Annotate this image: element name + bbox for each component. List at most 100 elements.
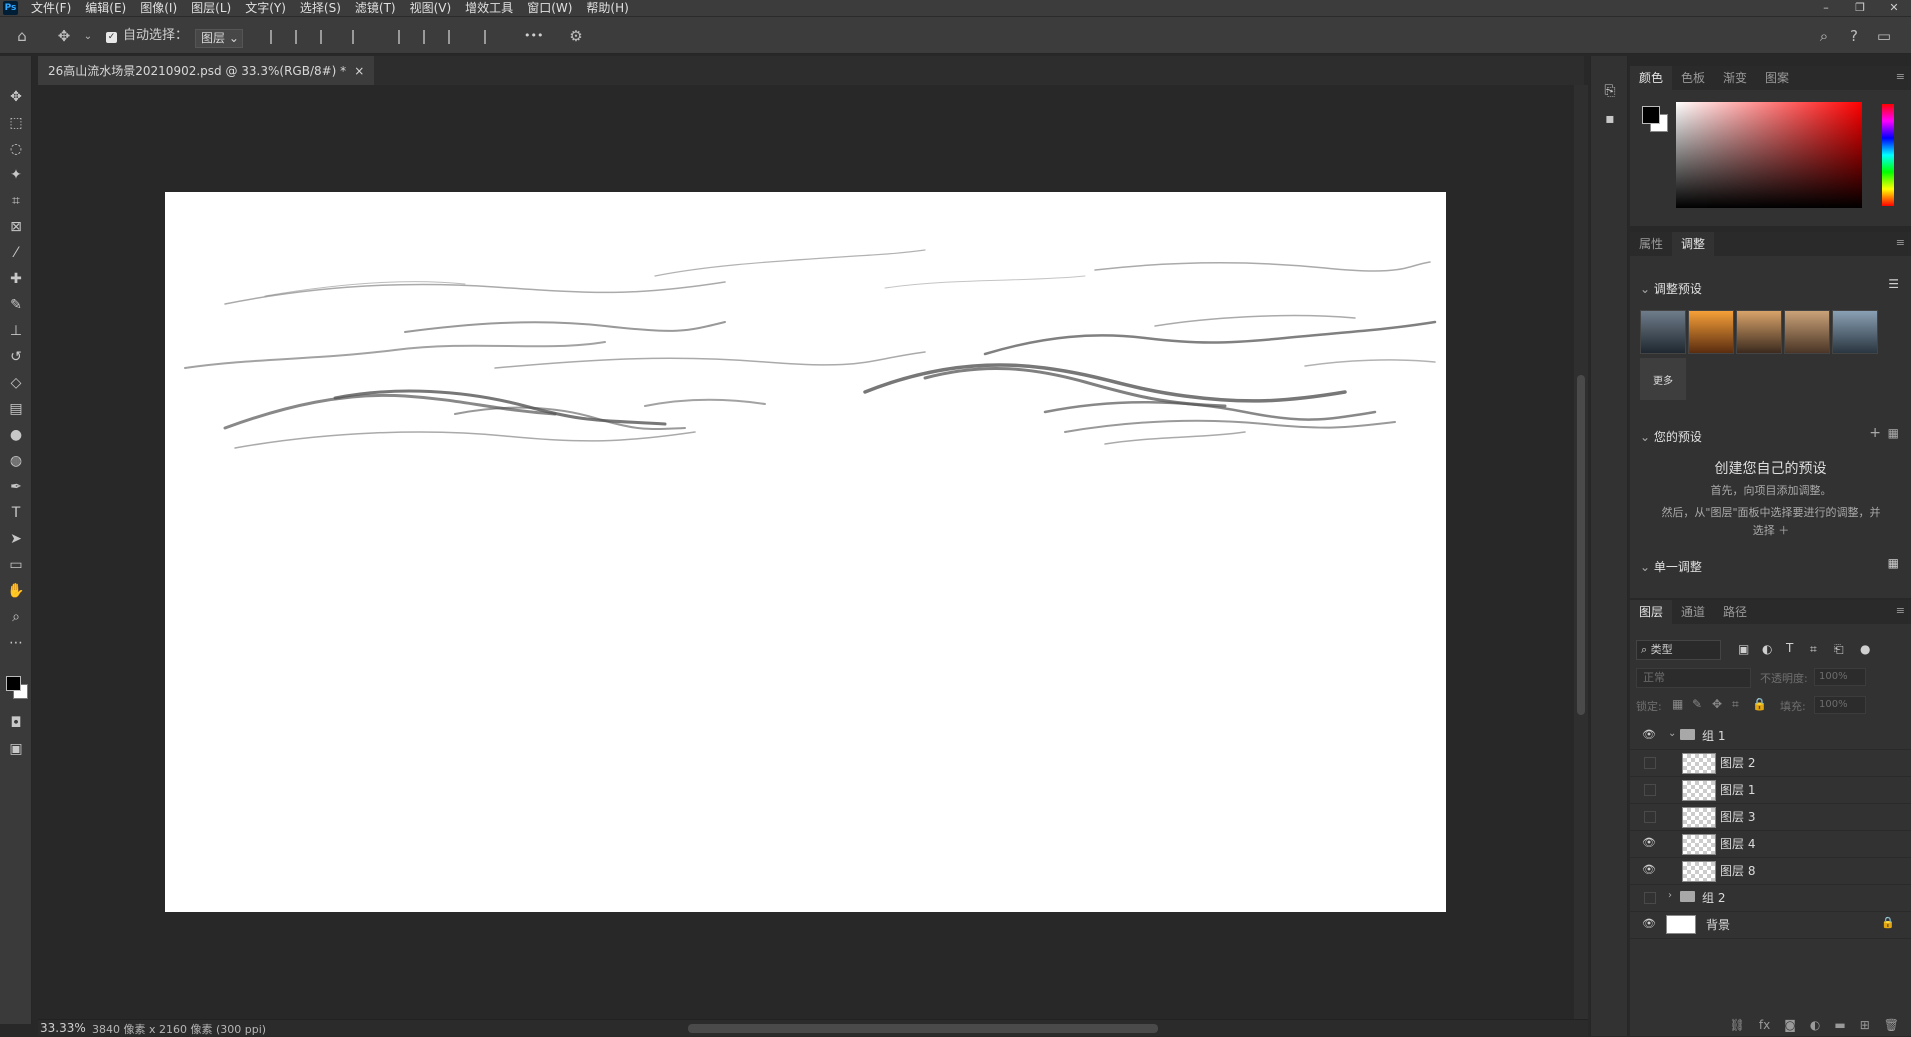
gradient-tool-icon[interactable]: ▤	[4, 398, 28, 420]
visibility-off-box[interactable]	[1644, 757, 1656, 769]
stamp-tool-icon[interactable]: ⊥	[4, 320, 28, 342]
filter-smart-object-icon[interactable]: ⎗	[1834, 642, 1844, 657]
layer-filter-dropdown[interactable]: ⌕ 类型	[1636, 640, 1721, 660]
pen-tool-icon[interactable]: ✒	[4, 476, 28, 498]
align-bottom-icon[interactable]	[448, 30, 464, 44]
move-tool-icon[interactable]: ✥	[54, 26, 74, 46]
list-view-icon[interactable]: ☰	[1888, 277, 1899, 291]
auto-select-checkbox[interactable]: ✓	[106, 32, 117, 43]
home-icon[interactable]: ⌂	[12, 26, 32, 46]
align-top-icon[interactable]	[398, 30, 414, 44]
tab-layers[interactable]: 图层	[1630, 600, 1673, 624]
opacity-input[interactable]: 100%	[1814, 668, 1866, 686]
visibility-off-box[interactable]	[1644, 811, 1656, 823]
search-icon[interactable]: ⌕	[1814, 26, 1834, 46]
adjust-presets-title[interactable]: 调整预设	[1640, 280, 1702, 297]
layer-row[interactable]: 图层 2	[1630, 749, 1911, 777]
workspace-icon[interactable]: ▭	[1874, 26, 1894, 46]
your-presets-title[interactable]: 您的预设	[1640, 428, 1702, 445]
layer-row[interactable]: 图层 1	[1630, 776, 1911, 804]
close-tab-icon[interactable]: ×	[354, 64, 364, 78]
frame-tool-icon[interactable]: ⊠	[4, 216, 28, 238]
preset-thumb[interactable]	[1832, 310, 1878, 354]
visibility-off-box[interactable]	[1644, 784, 1656, 796]
history-brush-icon[interactable]: ↺	[4, 346, 28, 368]
quick-mask-icon[interactable]: ◘	[4, 712, 28, 734]
minimize-button[interactable]: –	[1809, 0, 1843, 16]
preset-thumb[interactable]	[1784, 310, 1830, 354]
menu-plugins[interactable]: 增效工具	[458, 0, 520, 16]
grid-view-icon[interactable]: ▦	[1888, 556, 1899, 570]
healing-brush-icon[interactable]: ✚	[4, 268, 28, 290]
preset-thumb[interactable]	[1688, 310, 1734, 354]
layer-row-group-1[interactable]: 👁 ⌄ 组 1	[1630, 722, 1911, 750]
color-picker-field[interactable]	[1676, 102, 1862, 208]
tab-adjustments[interactable]: 调整	[1672, 232, 1715, 256]
distribute-vertical-icon[interactable]	[484, 30, 500, 44]
crop-tool-icon[interactable]: ⌗	[4, 190, 28, 212]
align-center-icon[interactable]	[295, 30, 311, 44]
distribute-icon[interactable]	[352, 30, 368, 44]
fill-input[interactable]: 100%	[1814, 696, 1866, 714]
close-window-button[interactable]: ✕	[1877, 0, 1911, 16]
menu-view[interactable]: 视图(V)	[403, 0, 459, 16]
help-icon[interactable]: ?	[1844, 26, 1864, 46]
new-group-icon[interactable]: ▬	[1834, 1018, 1845, 1036]
add-preset-icon[interactable]: +	[1869, 425, 1881, 441]
vertical-scrollbar[interactable]	[1574, 85, 1588, 1019]
brush-tool-icon[interactable]: ✎	[4, 294, 28, 316]
filter-type-icon[interactable]: T	[1786, 641, 1793, 655]
layer-row[interactable]: 👁 图层 8	[1630, 857, 1911, 885]
menu-type[interactable]: 文字(Y)	[238, 0, 293, 16]
foreground-color-swatch[interactable]	[1642, 106, 1660, 124]
more-options-button[interactable]: •••	[524, 26, 543, 46]
filter-image-icon[interactable]: ▣	[1738, 642, 1749, 656]
lock-artboard-icon[interactable]: ⌗	[1732, 697, 1739, 712]
tab-gradients[interactable]: 渐变	[1714, 66, 1756, 90]
preset-thumb[interactable]	[1640, 310, 1686, 354]
trash-icon[interactable]: 🗑	[1884, 1018, 1899, 1036]
menu-layer[interactable]: 图层(L)	[184, 0, 238, 16]
panel-menu-icon[interactable]: ≡	[1896, 70, 1905, 83]
edit-toolbar-icon[interactable]: ⋯	[4, 632, 28, 654]
blur-tool-icon[interactable]: ●	[4, 424, 28, 446]
lock-position-icon[interactable]: ✥	[1712, 697, 1722, 711]
align-left-icon[interactable]	[270, 30, 286, 44]
marquee-tool-icon[interactable]: ⬚	[4, 112, 28, 134]
eye-icon[interactable]: 👁	[1642, 918, 1656, 930]
document-tab[interactable]: 26高山流水场景20210902.psd @ 33.3%(RGB/8#) * ×	[38, 56, 375, 85]
tab-paths[interactable]: 路径	[1714, 600, 1756, 624]
lasso-tool-icon[interactable]: ◌	[4, 138, 28, 160]
menu-image[interactable]: 图像(I)	[133, 0, 184, 16]
link-layers-icon[interactable]: ⛓	[1730, 1018, 1745, 1036]
filter-adjustment-icon[interactable]: ◐	[1762, 642, 1772, 656]
dodge-tool-icon[interactable]: ◍	[4, 450, 28, 472]
type-tool-icon[interactable]: T	[4, 502, 28, 524]
menu-filter[interactable]: 滤镜(T)	[348, 0, 403, 16]
document-canvas[interactable]	[165, 192, 1446, 912]
lock-transparent-icon[interactable]: ▦	[1672, 697, 1683, 711]
blend-mode-dropdown[interactable]: 正常	[1636, 668, 1751, 688]
tab-channels[interactable]: 通道	[1672, 600, 1714, 624]
panel-menu-icon[interactable]: ≡	[1896, 236, 1905, 249]
eraser-tool-icon[interactable]: ◇	[4, 372, 28, 394]
grid-view-icon[interactable]: ▦	[1888, 426, 1899, 440]
align-right-icon[interactable]	[320, 30, 336, 44]
gear-icon[interactable]: ⚙	[566, 26, 586, 46]
tab-properties[interactable]: 属性	[1630, 232, 1672, 256]
vertical-scroll-thumb[interactable]	[1577, 375, 1585, 715]
layer-row[interactable]: 图层 3	[1630, 803, 1911, 831]
auto-select-target-dropdown[interactable]: 图层 ⌄	[195, 29, 243, 48]
foreground-color-swatch[interactable]	[6, 676, 21, 691]
fx-icon[interactable]: fx	[1759, 1018, 1770, 1036]
filter-shape-icon[interactable]: ⌗	[1810, 642, 1817, 657]
menu-file[interactable]: 文件(F)	[24, 0, 78, 16]
eye-icon[interactable]: 👁	[1642, 837, 1656, 849]
visibility-off-box[interactable]	[1644, 892, 1656, 904]
chevron-down-icon[interactable]: ⌄	[1668, 728, 1676, 739]
path-select-icon[interactable]: ➤	[4, 528, 28, 550]
comments-panel-icon[interactable]: ▪	[1598, 108, 1622, 130]
menu-window[interactable]: 窗口(W)	[520, 0, 579, 16]
tab-swatches[interactable]: 色板	[1672, 66, 1714, 90]
preset-thumb[interactable]	[1736, 310, 1782, 354]
